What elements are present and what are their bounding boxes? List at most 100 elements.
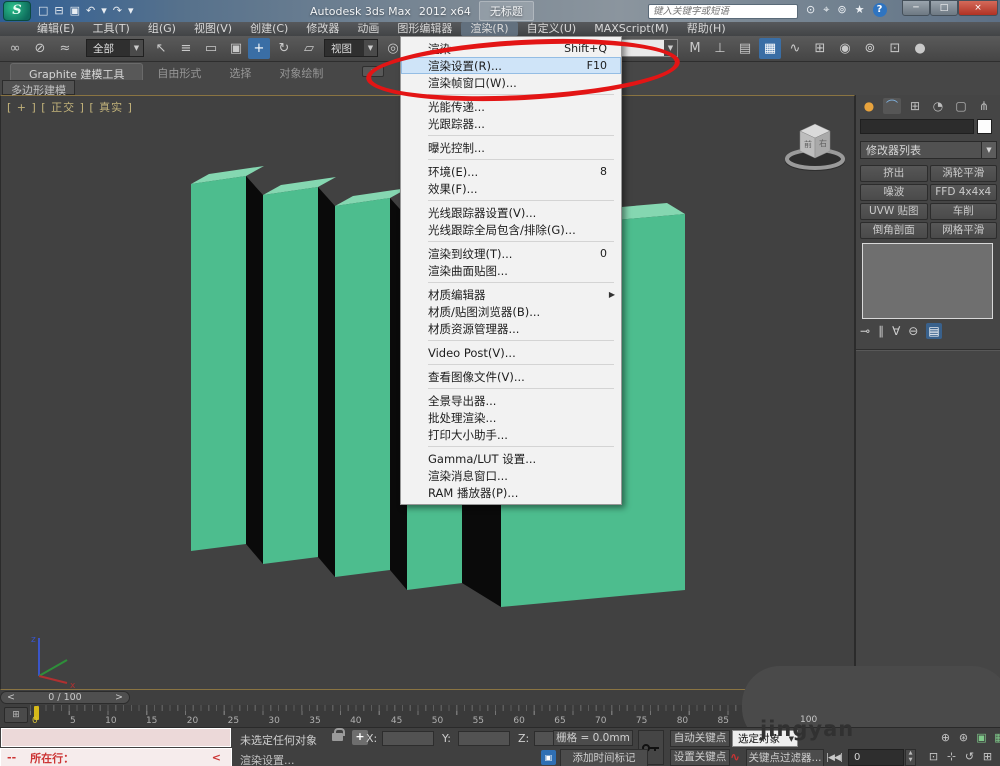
menu-item[interactable] — [401, 156, 621, 163]
remove-modifier-icon[interactable]: ⊖ — [908, 323, 918, 339]
menu-bar-item[interactable]: 组(G) — [139, 22, 185, 36]
object-name-field[interactable] — [860, 119, 974, 134]
select-and-link-icon[interactable]: ∞ — [4, 38, 26, 59]
menu-item[interactable]: 效果(F)... — [401, 180, 621, 197]
render-production-icon[interactable]: ● — [909, 38, 931, 59]
select-and-scale-icon[interactable]: ▱ — [298, 38, 320, 59]
dropdown-arrow-icon[interactable]: ▼ — [130, 40, 143, 56]
menu-item[interactable]: Gamma/LUT 设置... — [401, 450, 621, 467]
render-setup-icon[interactable]: ⊚ — [859, 38, 881, 59]
motion-tab-icon[interactable]: ◔ — [929, 98, 947, 114]
app-logo-icon[interactable]: S — [3, 1, 31, 21]
key-filters-button[interactable]: 关键点过滤器... — [746, 749, 824, 766]
minimize-button[interactable]: ─ — [902, 0, 930, 16]
communication-center-icon[interactable]: ⊚ — [837, 3, 846, 17]
maxscript-mini-listener[interactable]: -- 所在行： < — [0, 748, 232, 766]
maxscript-macro-recorder[interactable] — [1, 728, 231, 747]
menu-bar-item[interactable]: 帮助(H) — [678, 22, 735, 36]
menu-item[interactable] — [401, 238, 621, 245]
menu-bar-item[interactable]: 自定义(U) — [518, 22, 586, 36]
modifier-button[interactable]: 噪波 — [860, 184, 928, 201]
menu-item[interactable]: 批处理渲染... — [401, 409, 621, 426]
menu-item[interactable]: 曝光控制... — [401, 139, 621, 156]
menu-item[interactable]: 渲染曲面贴图... — [401, 262, 621, 279]
selection-filter-dropdown[interactable]: 全部 ▼ — [86, 39, 144, 57]
menu-item[interactable]: 光线跟踪全局包含/排除(G)... — [401, 221, 621, 238]
menu-item[interactable] — [401, 385, 621, 392]
menu-item[interactable]: 渲染到纹理(T)... 0 — [401, 245, 621, 262]
search-icon[interactable]: ⊙ — [806, 3, 815, 17]
configure-modifier-sets-icon[interactable]: ▤ — [926, 323, 942, 339]
modifier-button[interactable]: 车削 — [929, 203, 997, 220]
modifier-stack-list[interactable] — [862, 243, 993, 319]
make-unique-icon[interactable]: ∀ — [892, 323, 900, 339]
menu-item[interactable]: 环境(E)... 8 — [401, 163, 621, 180]
modifier-button[interactable]: FFD 4x4x4 — [929, 184, 997, 201]
menu-item[interactable] — [401, 132, 621, 139]
modifier-list-dropdown[interactable]: 修改器列表 ▼ — [860, 141, 997, 159]
menu-bar-item[interactable]: 视图(V) — [185, 22, 241, 36]
current-frame-field[interactable]: 0 — [848, 749, 904, 766]
window-crossing-icon[interactable]: ▣ — [225, 38, 247, 59]
orbit-icon[interactable]: ↺ — [962, 749, 977, 764]
modifier-button[interactable]: 倒角剖面 — [860, 222, 928, 239]
menu-item[interactable]: 查看图像文件(V)... — [401, 368, 621, 385]
object-color-swatch[interactable] — [977, 119, 992, 134]
open-mini-curve-editor-button[interactable]: ⊞ — [4, 707, 28, 723]
menu-item[interactable]: RAM 播放器(P)... — [401, 484, 621, 501]
view-cube[interactable]: 前 右 — [781, 114, 851, 176]
favorites-icon[interactable]: ★ — [855, 3, 865, 17]
select-and-move-icon[interactable]: + — [248, 38, 270, 59]
zoom-extents-icon[interactable]: ▣ — [974, 730, 989, 745]
layer-manager-icon[interactable]: ▤ — [734, 38, 756, 59]
menu-item[interactable]: 光跟踪器... — [401, 115, 621, 132]
ribbon-tab[interactable]: 自由形式 — [143, 63, 215, 80]
select-object-icon[interactable]: ↖ — [150, 38, 172, 59]
utilities-tab-icon[interactable]: ⋔ — [975, 98, 993, 114]
previous-frame-button[interactable]: < — [1, 692, 21, 703]
open-file-icon[interactable]: ⊟ — [54, 3, 63, 18]
modifier-button[interactable]: UVW 贴图 — [860, 203, 928, 220]
zoom-icon[interactable]: ⊕ — [938, 730, 953, 745]
menu-bar-item[interactable]: MAXScript(M) — [585, 22, 678, 36]
ribbon-tab[interactable]: 对象绘制 — [265, 63, 337, 80]
pin-stack-icon[interactable]: ⊸ — [860, 323, 870, 339]
ribbon-tab[interactable]: 选择 — [215, 63, 265, 80]
modify-tab-icon[interactable]: ⌒ — [883, 98, 901, 114]
schematic-view-icon[interactable]: ⊞ — [809, 38, 831, 59]
curve-editor-icon[interactable]: ∿ — [784, 38, 806, 59]
hierarchy-tab-icon[interactable]: ⊞ — [906, 98, 924, 114]
menu-item[interactable] — [401, 197, 621, 204]
menu-item[interactable] — [401, 443, 621, 450]
menu-item[interactable]: 打印大小助手... — [401, 426, 621, 443]
coord-y-field[interactable] — [458, 731, 510, 746]
show-end-result-icon[interactable]: ∥ — [878, 323, 884, 339]
rendered-frame-window-icon[interactable]: ⊡ — [884, 38, 906, 59]
selection-lock-icon[interactable] — [332, 728, 345, 741]
modifier-button[interactable]: 挤出 — [860, 165, 928, 182]
help-icon[interactable]: ? — [872, 3, 887, 17]
time-slider[interactable]: < 0 / 100 > — [0, 691, 130, 704]
subscription-icon[interactable]: ⌖ — [823, 3, 829, 17]
redo-dropdown-icon[interactable]: ▾ — [128, 3, 134, 18]
add-time-tag-button[interactable]: 添加时间标记 — [560, 749, 648, 766]
pan-icon[interactable]: ⊹ — [944, 749, 959, 764]
frame-spinner[interactable]: ▲ ▼ — [905, 749, 916, 766]
search-input[interactable] — [648, 4, 798, 19]
bind-to-space-warp-icon[interactable]: ≈ — [54, 38, 76, 59]
menu-bar-item[interactable]: 修改器 — [297, 22, 348, 36]
unlink-selection-icon[interactable]: ⊘ — [29, 38, 51, 59]
menu-bar-item[interactable]: 渲染(R) — [461, 22, 518, 36]
zoom-all-icon[interactable]: ⊛ — [956, 730, 971, 745]
zoom-extents-all-icon[interactable]: ▦ — [992, 730, 1000, 745]
menu-item[interactable]: 材质/贴图浏览器(B)... — [401, 303, 621, 320]
redo-icon[interactable]: ↷ — [113, 3, 122, 18]
menu-bar-item[interactable]: 创建(C) — [241, 22, 297, 36]
rectangular-selection-region-icon[interactable]: ▭ — [200, 38, 222, 59]
select-by-name-icon[interactable]: ≡ — [175, 38, 197, 59]
material-editor-icon[interactable]: ◉ — [834, 38, 856, 59]
set-key-button[interactable]: 设置关键点 — [670, 749, 730, 766]
new-file-icon[interactable]: □ — [38, 3, 48, 18]
menu-item[interactable]: 全景导出器... — [401, 392, 621, 409]
select-and-rotate-icon[interactable]: ↻ — [273, 38, 295, 59]
